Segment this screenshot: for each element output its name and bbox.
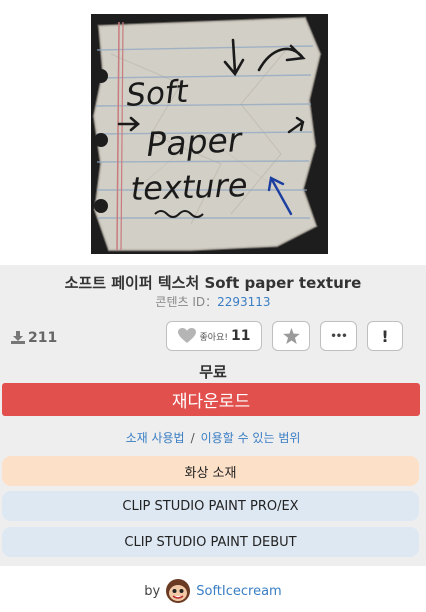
- usage-links: 소재 사용법 / 이용할 수 있는 범위: [0, 429, 426, 446]
- exclamation-icon: !: [381, 326, 389, 346]
- download-count-value: 211: [28, 330, 58, 346]
- links-separator: /: [190, 431, 195, 445]
- like-count: 11: [230, 328, 251, 344]
- tag-csp-debut[interactable]: CLIP STUDIO PAINT DEBUT: [2, 527, 419, 557]
- heart-icon: [177, 328, 196, 343]
- content-id-label: 콘텐츠 ID：: [155, 295, 218, 309]
- report-button[interactable]: !: [367, 321, 403, 351]
- thumbnail-word-2: Paper: [145, 120, 244, 164]
- more-button[interactable]: •••: [320, 321, 357, 351]
- price-label: 무료: [199, 363, 227, 381]
- download-count: 211: [11, 330, 57, 346]
- material-detail-page: Soft Paper texture 소프트 페이퍼 텍스처 Soft pape…: [0, 0, 426, 612]
- author-line: by SoftIcecream: [0, 578, 426, 604]
- download-icon: [11, 331, 25, 344]
- thumbnail-area: Soft Paper texture: [0, 0, 426, 265]
- thumbnail-word-1: Soft: [125, 74, 191, 114]
- author-avatar[interactable]: [164, 578, 192, 604]
- author-by-label: by: [144, 583, 161, 599]
- like-button[interactable]: 좋아요! 11: [166, 321, 262, 351]
- like-label: 좋아요!: [199, 332, 228, 343]
- material-thumbnail[interactable]: Soft Paper texture: [91, 14, 328, 254]
- content-id-value[interactable]: 2293113: [217, 295, 270, 309]
- favorite-button[interactable]: [272, 321, 310, 351]
- tag-image-material[interactable]: 화상 소재: [2, 456, 419, 486]
- author-name-link[interactable]: SoftIcecream: [196, 584, 281, 599]
- thumbnail-word-3: texture: [130, 166, 248, 208]
- more-icon: •••: [330, 330, 347, 342]
- usage-scope-link[interactable]: 이용할 수 있는 범위: [201, 431, 301, 445]
- tag-csp-pro-ex[interactable]: CLIP STUDIO PAINT PRO/EX: [2, 491, 419, 521]
- redownload-button[interactable]: 재다운로드: [2, 383, 420, 416]
- usage-guide-link[interactable]: 소재 사용법: [126, 431, 185, 445]
- star-icon: [282, 328, 300, 344]
- content-id: 콘텐츠 ID：2293113: [0, 293, 426, 310]
- material-title: 소프트 페이퍼 텍스처 Soft paper texture: [64, 274, 362, 292]
